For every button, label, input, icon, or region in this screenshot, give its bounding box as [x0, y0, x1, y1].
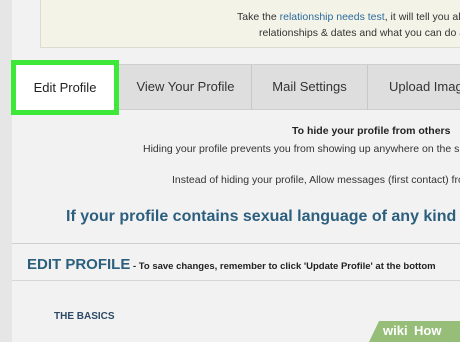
notice-line-2: relationships & dates and what you can d…	[259, 27, 460, 39]
notice-text: , it will tell you all	[384, 11, 460, 23]
save-instruction: - To save changes, remember to click 'Up…	[130, 261, 436, 272]
notice-line-1: Take the relationship needs test, it wil…	[237, 11, 460, 23]
edit-profile-title: EDIT PROFILE	[27, 256, 131, 273]
relationship-test-link[interactable]: relationship needs test	[280, 11, 385, 23]
edit-profile-header: EDIT PROFILE - To save changes, remember…	[27, 256, 436, 274]
notice-text: Take the	[237, 11, 280, 23]
watermark-how: How	[414, 323, 442, 338]
sexual-language-warning: If your profile contains sexual language…	[66, 208, 457, 225]
allow-messages-description: Instead of hiding your profile, Allow me…	[172, 174, 460, 186]
section-divider	[12, 280, 460, 281]
tab-view-your-profile[interactable]: View Your Profile	[120, 65, 252, 109]
watermark-wiki: wiki	[383, 323, 408, 338]
tab-upload-images[interactable]: Upload Imag	[368, 65, 460, 109]
hide-profile-description: Hiding your profile prevents you from sh…	[143, 143, 460, 155]
relationship-notice-box: Take the relationship needs test, it wil…	[40, 0, 460, 48]
hide-profile-heading: To hide your profile from others	[292, 125, 451, 137]
tab-mail-settings[interactable]: Mail Settings	[252, 65, 368, 109]
watermark-corner	[369, 321, 379, 342]
wikihow-watermark: wiki How	[369, 321, 460, 342]
tab-edit-profile[interactable]: Edit Profile	[11, 60, 119, 115]
the-basics-section-title: THE BASICS	[54, 311, 115, 322]
section-divider	[12, 243, 460, 244]
left-margin	[0, 0, 12, 342]
